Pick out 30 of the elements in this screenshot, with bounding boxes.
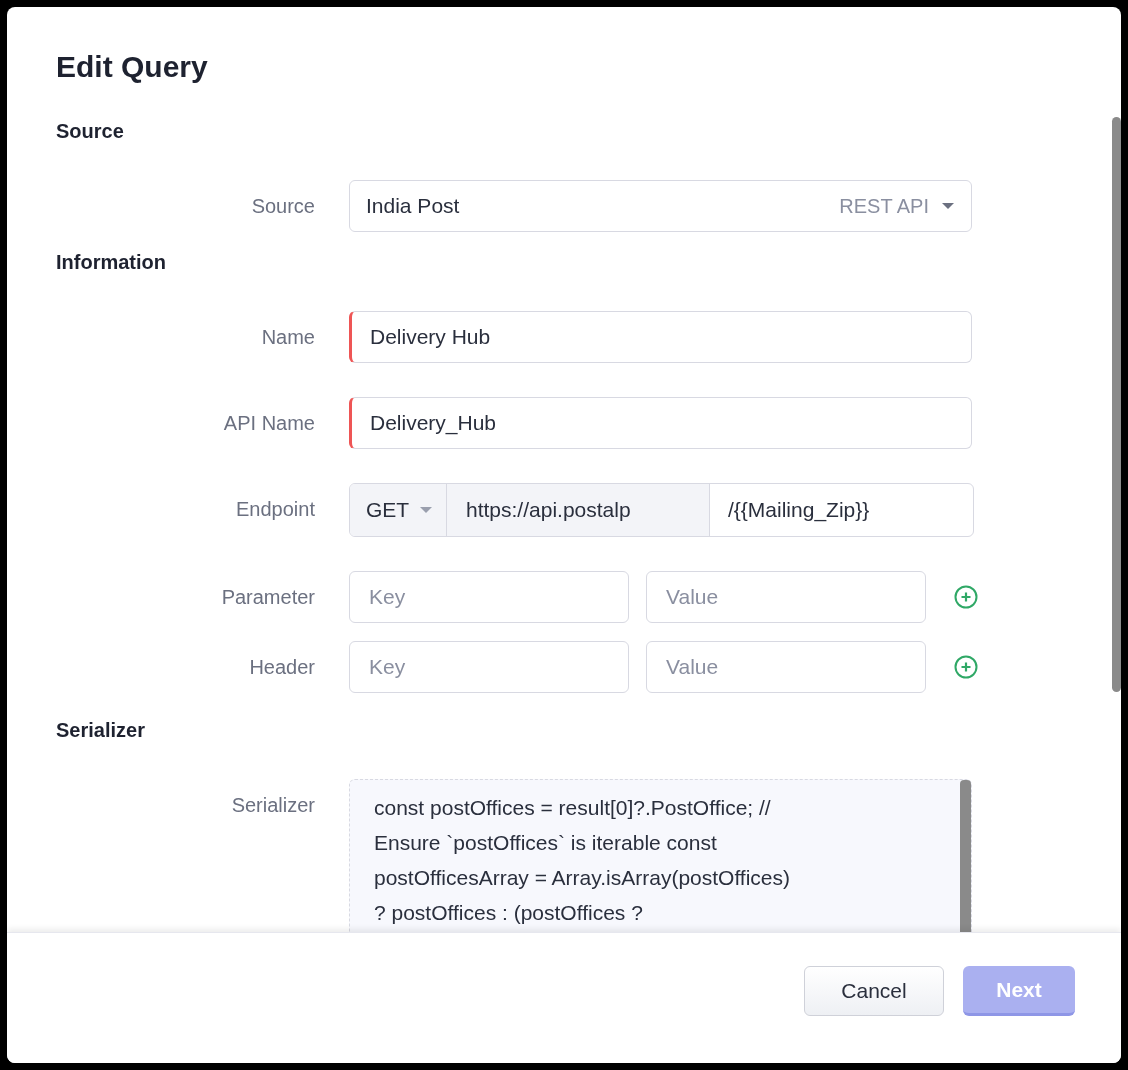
caret-icon xyxy=(941,202,955,210)
field-label: Name xyxy=(260,325,315,350)
code-line: const postOffices = result[0]?.PostOffice; // xyxy=(374,795,772,821)
code-line: Ensure `postOffices` is iterable const xyxy=(374,830,718,856)
field-label: Source xyxy=(250,194,315,219)
code-line: ? postOffices : (postOffices ? xyxy=(374,900,644,926)
code-editor[interactable]: const postOffices = result[0]?.PostOffice; // Ensure `postOffices` is iterable const postOfficesArray = Array.isArray(postOffices) ? postOffices : (postOffices ? xyxy=(349,779,972,932)
cancel-button[interactable]: Cancel xyxy=(804,966,944,1016)
field-label: Serializer xyxy=(230,793,315,818)
text-field[interactable]: Delivery_Hub xyxy=(349,397,972,449)
field-label: API Name xyxy=(222,411,315,436)
section-heading: Serializer xyxy=(56,719,146,741)
section-heading: Source xyxy=(56,120,125,142)
type-label: REST API xyxy=(839,194,929,218)
source-select[interactable]: India Post REST API xyxy=(349,180,972,232)
dialog-title: Edit Query xyxy=(56,49,209,85)
key-field[interactable]: Key xyxy=(349,571,629,623)
add-icon[interactable] xyxy=(954,655,978,679)
add-icon[interactable] xyxy=(954,585,978,609)
field-label: Endpoint xyxy=(235,497,315,522)
scrollbar-thumb[interactable] xyxy=(960,780,971,932)
scrollbar-thumb[interactable] xyxy=(1112,117,1121,692)
key-field[interactable]: Key xyxy=(349,641,629,693)
value-field[interactable]: Value xyxy=(646,571,926,623)
text-field[interactable]: Delivery Hub xyxy=(349,311,972,363)
code-line: postOfficesArray = Array.isArray(postOffices) xyxy=(374,865,791,891)
field-label: Header xyxy=(248,655,315,680)
value-field[interactable]: Value xyxy=(646,641,926,693)
section-heading: Information xyxy=(56,251,167,273)
field-label: Parameter xyxy=(220,585,315,610)
